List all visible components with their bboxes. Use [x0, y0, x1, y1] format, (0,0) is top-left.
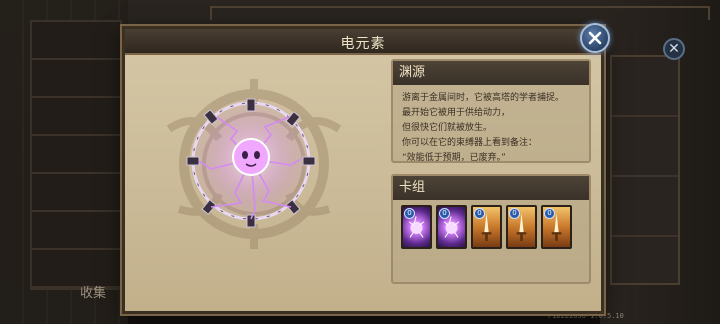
card-electric-orb[interactable]: 0	[401, 205, 432, 249]
electric-orb-icon	[408, 216, 425, 238]
close-button[interactable]	[580, 23, 610, 53]
card-list: 0 0 0 0 0	[393, 200, 589, 249]
sword-icon	[551, 213, 562, 241]
lore-line: “效能低于预期，已废弃。”	[402, 153, 506, 163]
close-x-icon	[588, 31, 602, 45]
sword-icon	[481, 213, 492, 241]
element-detail-modal: 电元素 渊源 游离于金属间时，它被高塔的学者捕捉。 最开始它被用于供给动力， 但…	[122, 23, 610, 314]
creature-artwork	[151, 69, 351, 269]
lore-text: 游离于金属间时，它被高塔的学者捕捉。 最开始它被用于供给动力， 但很快它们就被放…	[393, 85, 589, 166]
electric-orb-icon	[443, 216, 460, 238]
modal-titlebar: 电元素	[125, 29, 601, 55]
electric-creature	[186, 97, 316, 228]
card-golden-sword[interactable]: 0	[471, 205, 502, 249]
collection-tab-label[interactable]: 收集	[80, 282, 106, 301]
lore-line: 最开始它被用于供给动力，	[402, 108, 511, 118]
background-close-icon[interactable]: ✕	[663, 38, 685, 60]
deck-panel: 卡组 0 0 0 0 0	[391, 174, 591, 284]
lore-line: 但很快它们就被放生。	[402, 123, 493, 133]
card-golden-sword[interactable]: 0	[541, 205, 572, 249]
background-right-shelf	[610, 55, 680, 285]
background-top-frame	[210, 6, 710, 20]
lore-line: 游离于金属间时，它被高塔的学者捕捉。	[402, 93, 565, 103]
modal-title: 电元素	[340, 36, 386, 52]
card-electric-orb[interactable]: 0	[436, 205, 467, 249]
sword-icon	[516, 213, 527, 241]
deck-header: 卡组	[393, 176, 589, 200]
lore-panel: 渊源 游离于金属间时，它被高塔的学者捕捉。 最开始它被用于供给动力， 但很快它们…	[391, 59, 591, 163]
lore-line: 你可以在它的束缚器上看到备注：	[402, 138, 538, 148]
background-bookshelf	[30, 20, 122, 290]
card-golden-sword[interactable]: 0	[506, 205, 537, 249]
lore-header: 渊源	[393, 61, 589, 85]
